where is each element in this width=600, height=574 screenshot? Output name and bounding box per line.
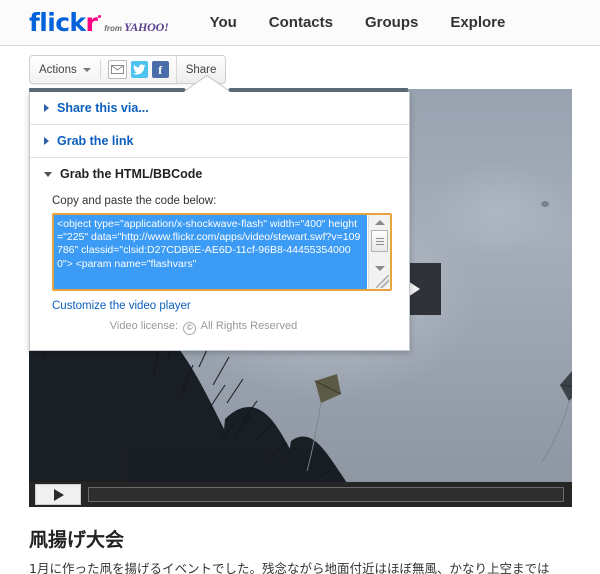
share-label: Share <box>185 63 217 76</box>
play-button[interactable] <box>35 484 81 505</box>
embed-code-textarea[interactable]: <object type="application/x-shockwave-fl… <box>52 213 392 291</box>
nav-item-explore[interactable]: Explore <box>450 14 505 31</box>
video-controls <box>29 482 572 507</box>
embed-code-section: Copy and paste the code below: <object t… <box>30 185 409 350</box>
scrollbar-thumb[interactable] <box>371 230 388 252</box>
nav-item-you[interactable]: You <box>210 14 237 31</box>
accordion-label: Grab the link <box>57 134 134 148</box>
kite-small <box>541 201 549 207</box>
panel-top-bar <box>29 76 408 93</box>
copyright-icon: © <box>183 322 197 335</box>
progress-bar[interactable] <box>88 487 564 502</box>
share-panel: Share this via... Grab the link Grab the… <box>29 92 410 351</box>
resize-handle[interactable] <box>376 275 389 288</box>
post-title: 凧揚げ大会 <box>29 529 125 551</box>
logo-from: from <box>104 24 122 33</box>
logo-r: r <box>85 8 98 37</box>
facebook-icon[interactable]: f <box>151 61 169 78</box>
license-value: All Rights Reserved <box>200 320 298 332</box>
scroll-down-button[interactable] <box>369 261 390 275</box>
accordion-share-this-via[interactable]: Share this via... <box>30 92 409 125</box>
accordion-label: Grab the HTML/BBCode <box>60 167 203 181</box>
nav-item-contacts[interactable]: Contacts <box>269 14 333 31</box>
panel-top-left-segment <box>29 88 185 92</box>
customize-video-player-link[interactable]: Customize the video player <box>52 300 395 312</box>
embed-code-text[interactable]: <object type="application/x-shockwave-fl… <box>54 215 367 289</box>
facebook-f-glyph: f <box>158 62 163 77</box>
twitter-bird-glyph <box>132 64 146 75</box>
chevron-down-icon <box>44 171 52 177</box>
accordion-grab-the-link[interactable]: Grab the link <box>30 125 409 158</box>
copy-instruction-label: Copy and paste the code below: <box>52 195 217 207</box>
post-body: 1月に作った凧を揚げるイベントでした。残念ながら地面付近はほぼ無風、かなり上空ま… <box>29 561 550 574</box>
play-icon <box>54 488 64 501</box>
actions-label: Actions <box>39 63 77 76</box>
logo-dot <box>98 15 102 18</box>
flickr-video-page: flick r from YAHOO! You Contacts Groups E… <box>0 0 600 574</box>
license-prefix: Video license: <box>109 320 179 332</box>
callout-arrow <box>184 76 230 92</box>
accordion-grab-html-bbcode[interactable]: Grab the HTML/BBCode <box>30 158 409 185</box>
chevron-right-icon <box>44 137 49 145</box>
site-header: flick r from YAHOO! You Contacts Groups E… <box>0 0 600 46</box>
logo-flick: flick <box>29 8 86 37</box>
chevron-down-icon <box>82 67 91 72</box>
social-icon-group: f <box>101 56 176 83</box>
chevron-right-icon <box>44 104 49 112</box>
email-glyph <box>110 65 124 74</box>
scroll-up-button[interactable] <box>369 215 390 229</box>
main-nav: You Contacts Groups Explore <box>210 14 538 31</box>
logo-yahoo: YAHOO! <box>123 20 169 34</box>
email-icon[interactable] <box>107 60 127 79</box>
flickr-logo[interactable]: flick r from YAHOO! <box>29 8 169 37</box>
video-license: Video license: © All Rights Reserved <box>52 312 355 346</box>
actions-button[interactable]: Actions <box>30 56 100 83</box>
twitter-icon[interactable] <box>130 61 148 78</box>
arrow-up-icon <box>374 219 385 225</box>
arrow-down-icon <box>374 265 385 271</box>
nav-item-groups[interactable]: Groups <box>365 14 418 31</box>
panel-top-right-segment <box>229 88 408 92</box>
accordion-label: Share this via... <box>57 101 149 115</box>
